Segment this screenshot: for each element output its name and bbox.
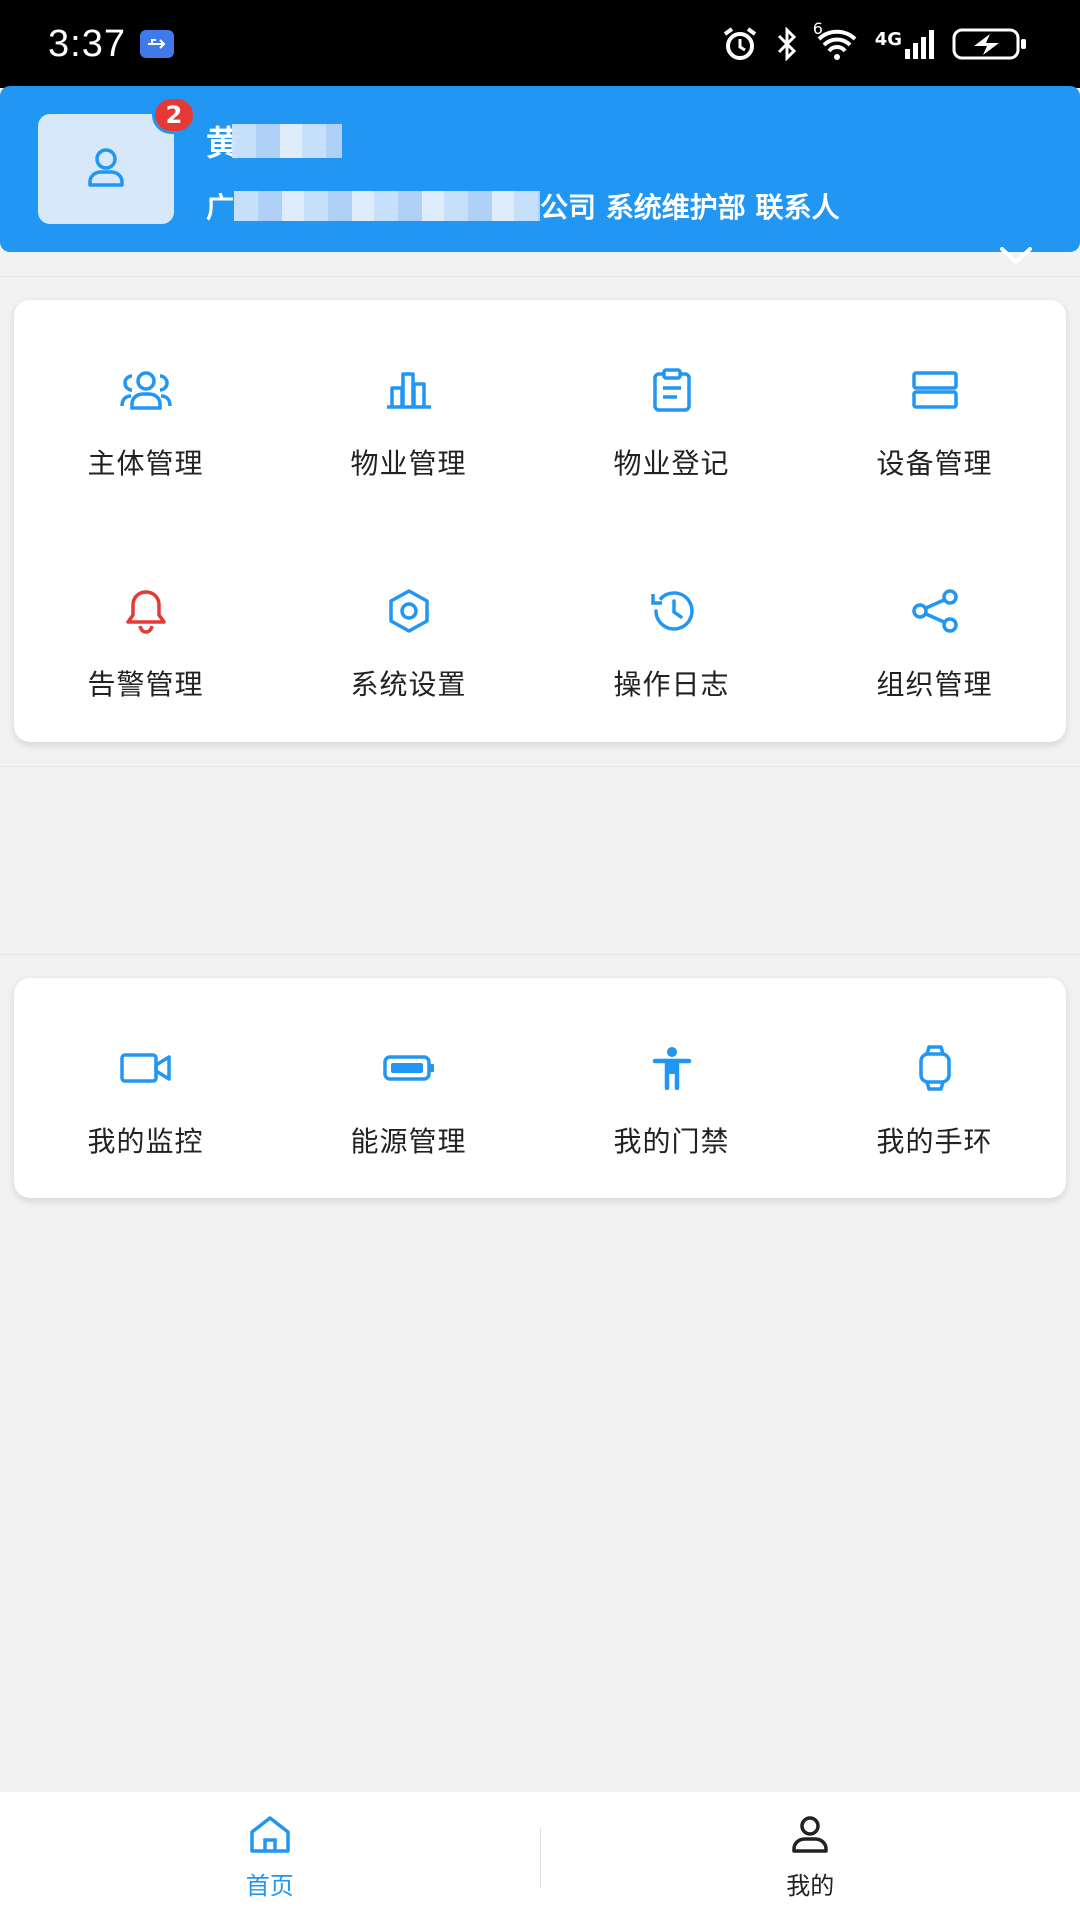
signal-4g-icon: 4G [875,29,936,59]
server-icon [905,360,965,420]
menu-item-label: 物业登记 [613,447,730,480]
video-camera-icon [116,1038,176,1098]
menu-item-label: 我的监控 [87,1125,204,1158]
bluetooth-icon [775,27,799,61]
personal-menu-card: 我的监控 能源管理 我的门禁 我的手环 [14,978,1066,1198]
nav-home[interactable]: 首页 [0,1792,540,1920]
status-right: 6 4G [721,19,1028,62]
menu-item-label: 设备管理 [876,447,993,480]
menu-item-label: 主体管理 [87,447,204,480]
menu-item-label: 我的手环 [876,1125,993,1158]
menu-item-property-register[interactable]: 物业登记 [540,300,803,521]
wifi-icon: 6 [813,19,859,61]
home-icon [248,1814,292,1858]
share-nodes-icon [905,581,965,641]
redacted-name [232,123,342,158]
usb-icon [139,30,174,58]
avatar[interactable] [38,114,174,224]
person-icon [642,1038,702,1098]
main-menu-grid: 主体管理 物业管理 物业登记 设备管理 告警管理 系统设置 操作日志 组织管理 [14,300,1066,742]
status-time: 3:37 [48,22,126,65]
divider [0,954,1080,955]
user-icon [82,143,130,195]
menu-item-label: 组织管理 [876,668,993,701]
nav-mine[interactable]: 我的 [541,1792,1080,1920]
clipboard-icon [642,360,702,420]
network-label: 4G [874,29,902,50]
notification-badge[interactable]: 2 [152,96,196,134]
status-bar: 3:37 6 4G [0,0,1080,88]
menu-item-label: 告警管理 [87,668,204,701]
user-organization: 广 公司 系统维护部 联系人 [206,186,840,226]
user-icon [790,1814,830,1858]
menu-item-label: 系统设置 [350,668,467,701]
menu-item-energy[interactable]: 能源管理 [277,978,540,1199]
menu-item-operation-log[interactable]: 操作日志 [540,521,803,742]
divider [0,766,1080,767]
menu-item-property[interactable]: 物业管理 [277,300,540,521]
menu-item-label: 我的门禁 [613,1125,730,1158]
nav-mine-label: 我的 [786,1872,835,1900]
battery-icon [379,1038,439,1098]
user-name: 黄 [206,116,342,165]
divider [0,276,1080,277]
building-chart-icon [379,360,439,420]
menu-item-access-control[interactable]: 我的门禁 [540,978,803,1199]
menu-item-device[interactable]: 设备管理 [803,300,1066,521]
expand-chevron-icon[interactable] [996,236,1036,276]
menu-item-settings[interactable]: 系统设置 [277,521,540,742]
battery-charging-icon [952,27,1028,61]
main-menu-card: 主体管理 物业管理 物业登记 设备管理 告警管理 系统设置 操作日志 组织管理 [14,300,1066,742]
redacted-org [234,191,541,221]
bell-icon [116,581,176,641]
users-icon [116,360,176,420]
menu-item-monitoring[interactable]: 我的监控 [14,978,277,1199]
alarm-icon [721,26,759,62]
menu-item-label: 物业管理 [350,447,467,480]
personal-menu-grid: 我的监控 能源管理 我的门禁 我的手环 [14,978,1066,1199]
menu-item-label: 操作日志 [613,668,730,701]
settings-hex-icon [379,581,439,641]
watch-icon [905,1038,965,1098]
org-prefix: 广 [206,191,235,224]
menu-item-wristband[interactable]: 我的手环 [803,978,1066,1199]
menu-item-organization[interactable]: 组织管理 [803,521,1066,742]
nav-home-label: 首页 [245,1872,294,1900]
bottom-navigation: 首页 我的 [0,1792,1080,1920]
menu-item-alarm[interactable]: 告警管理 [14,521,277,742]
org-suffix: 公司 系统维护部 联系人 [540,191,840,224]
menu-item-label: 能源管理 [350,1125,467,1158]
menu-item-entity[interactable]: 主体管理 [14,300,277,521]
status-left: 3:37 [48,23,174,66]
wifi-label: 6 [812,19,823,38]
history-icon [642,581,702,641]
